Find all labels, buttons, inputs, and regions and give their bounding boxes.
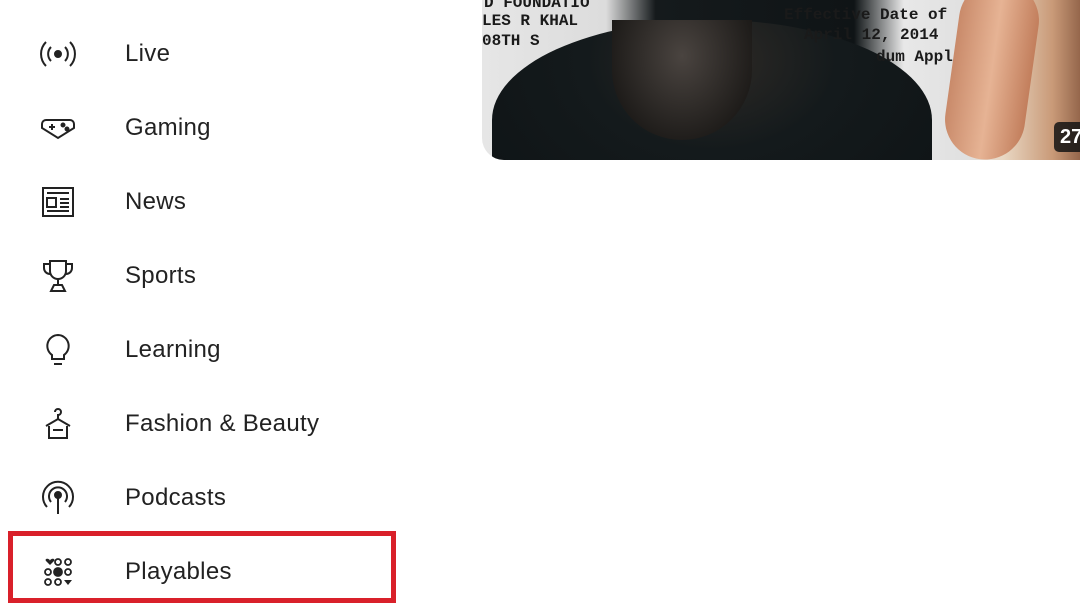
hanger-icon — [38, 404, 78, 444]
thumbnail-text: D FOUNDATIO — [484, 0, 590, 12]
sidebar-item-label: Live — [125, 40, 171, 67]
duration-badge: 27 — [1054, 122, 1080, 152]
video-thumbnail[interactable]: D FOUNDATIO LES R KHAL 08TH S Effective … — [482, 0, 1080, 160]
thumbnail-text: 08TH S — [482, 32, 540, 50]
sidebar-item-label: Gaming — [125, 114, 211, 141]
thumbnail-text: April 12, 2014 — [804, 26, 939, 44]
sidebar-item-label: Playables — [125, 558, 232, 585]
sidebar-item-label: Learning — [125, 336, 221, 363]
newspaper-icon — [38, 182, 78, 222]
thumbnail-text: Effective Date of — [784, 6, 948, 24]
sidebar-item-playables[interactable]: Playables — [0, 535, 470, 609]
live-broadcast-icon — [38, 34, 78, 74]
sidebar-item-sports[interactable]: Sports — [0, 239, 470, 313]
sidebar-item-label: Podcasts — [125, 484, 227, 511]
sidebar-item-fashion-beauty[interactable]: Fashion & Beauty — [0, 387, 470, 461]
thumbnail-text: LES R KHAL — [482, 12, 579, 30]
sidebar-item-label: Fashion & Beauty — [125, 410, 320, 437]
sidebar-item-label: Sports — [125, 262, 197, 289]
gamepad-icon — [38, 108, 78, 148]
sidebar-item-label: News — [125, 188, 187, 215]
sidebar-item-learning[interactable]: Learning — [0, 313, 470, 387]
thumbnail-hand — [939, 0, 1045, 160]
podcast-icon — [38, 478, 78, 518]
sidebar-item-podcasts[interactable]: Podcasts — [0, 461, 470, 535]
sidebar-item-live[interactable]: Live — [0, 17, 470, 91]
sidebar-item-news[interactable]: News — [0, 165, 470, 239]
playables-icon — [38, 552, 78, 592]
sidebar-item-gaming[interactable]: Gaming — [0, 91, 470, 165]
trophy-icon — [38, 256, 78, 296]
lightbulb-icon — [38, 330, 78, 370]
